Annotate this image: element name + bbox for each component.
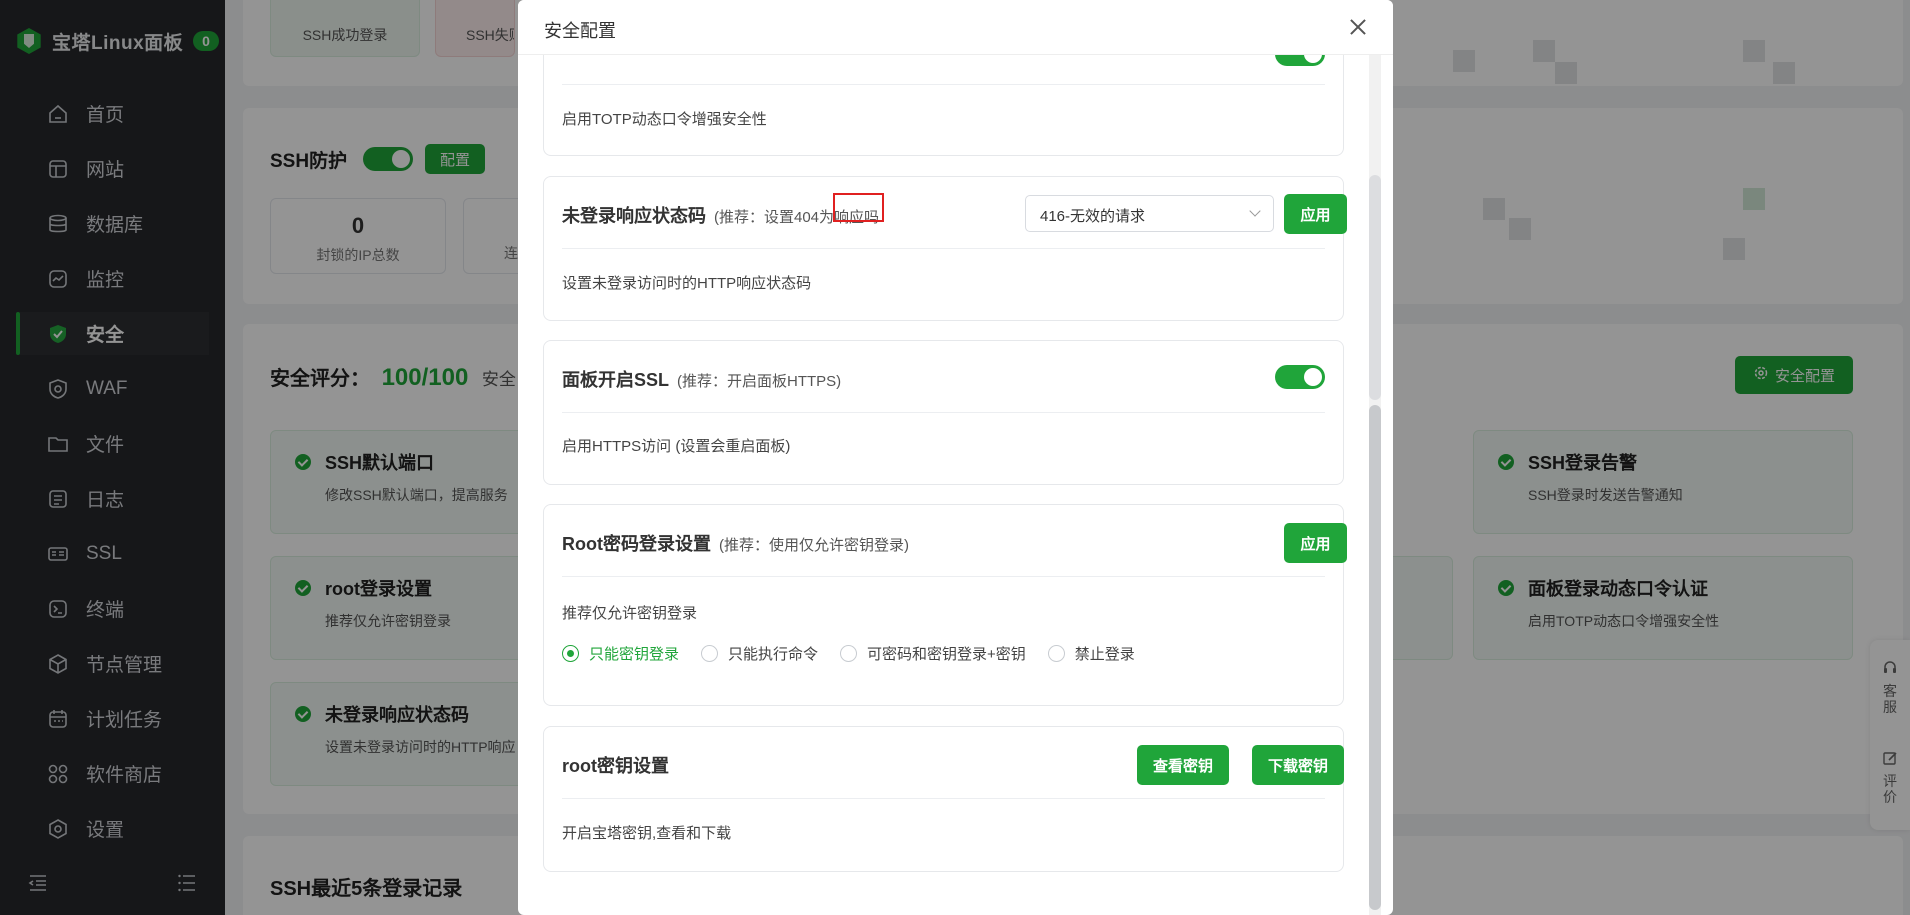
section-title: 未登录响应状态码 (推荐：设置404为响应吗 (562, 206, 880, 226)
section-header: 面板开启SSL (推荐：开启面板HTTPS) (562, 341, 1325, 413)
section-title: Root密码登录设置 (推荐：使用仅允许密钥登录) (562, 534, 909, 554)
section-panel-ssl: 面板开启SSL (推荐：开启面板HTTPS) 启用HTTPS访问 (设置会重启面板… (543, 340, 1344, 485)
root-login-apply-button[interactable]: 应用 (1284, 523, 1347, 563)
radio-password-and-key[interactable]: 可密码和密钥登录+密钥 (840, 643, 1026, 664)
radio-dot (1047, 645, 1065, 662)
section-desc: 推荐仅允许密钥登录 (562, 605, 698, 622)
modal-header: 安全配置 (518, 0, 1393, 55)
section-desc: 启用HTTPS访问 (设置会重启面板) (562, 438, 791, 455)
ssl-toggle[interactable] (1275, 365, 1325, 389)
radio-key-only[interactable]: 只能密钥登录 (562, 643, 679, 664)
modal-title: 安全配置 (544, 21, 616, 41)
modal-scrollbar-thumb[interactable] (1369, 405, 1381, 910)
section-status-code: 未登录响应状态码 (推荐：设置404为响应吗 416-无效的请求 应用 设置未登录… (543, 176, 1347, 321)
section-hint: (推荐：使用仅允许密钥登录) (718, 537, 909, 554)
radio-dot (701, 645, 719, 662)
radio-dot (562, 645, 579, 662)
section-desc: 开启宝塔密钥,查看和下载 (562, 825, 732, 842)
close-icon[interactable] (1345, 14, 1371, 40)
radio-dot (840, 645, 858, 662)
section-hint: (推荐：开启面板HTTPS) (677, 373, 842, 390)
status-code-apply-button[interactable]: 应用 (1284, 194, 1347, 234)
view-key-button[interactable]: 查看密钥 (1137, 745, 1229, 785)
section-root-login: Root密码登录设置 (推荐：使用仅允许密钥登录) 应用 推荐仅允许密钥登录 只能… (543, 504, 1347, 706)
section-root-key: root密钥设置 查看密钥 下载密钥 开启宝塔密钥,查看和下载 (543, 726, 1344, 872)
security-config-modal: 安全配置 启用TOTP动态口令增强安全性 未登录响应状态码 (推荐：设置404为响… (518, 0, 1393, 915)
modal-body: 启用TOTP动态口令增强安全性 未登录响应状态码 (推荐：设置404为响应吗 41… (518, 15, 1393, 915)
section-header: 未登录响应状态码 (推荐：设置404为响应吗 416-无效的请求 应用 (562, 177, 1347, 249)
root-login-options: 只能密钥登录 只能执行命令 可密码和密钥登录+密钥 禁止登录 (562, 643, 1157, 664)
section-header: Root密码登录设置 (推荐：使用仅允许密钥登录) 应用 (562, 505, 1347, 577)
section-desc: 启用TOTP动态口令增强安全性 (562, 111, 767, 128)
chevron-down-icon (1249, 205, 1261, 217)
radio-disable-login[interactable]: 禁止登录 (1047, 643, 1135, 664)
section-title: 面板开启SSL (推荐：开启面板HTTPS) (562, 370, 842, 390)
modal-scrollbar-region (1369, 175, 1381, 400)
section-desc: 设置未登录访问时的HTTP响应状态码 (562, 275, 812, 292)
status-code-select-value: 416-无效的请求 (1040, 208, 1146, 225)
radio-command-only[interactable]: 只能执行命令 (701, 643, 818, 664)
download-key-button[interactable]: 下载密钥 (1252, 745, 1344, 785)
section-header: root密钥设置 查看密钥 下载密钥 (562, 727, 1344, 799)
annotation-highlight-box (833, 193, 884, 222)
status-code-select[interactable]: 416-无效的请求 (1025, 195, 1274, 232)
section-title: root密钥设置 (562, 756, 669, 776)
